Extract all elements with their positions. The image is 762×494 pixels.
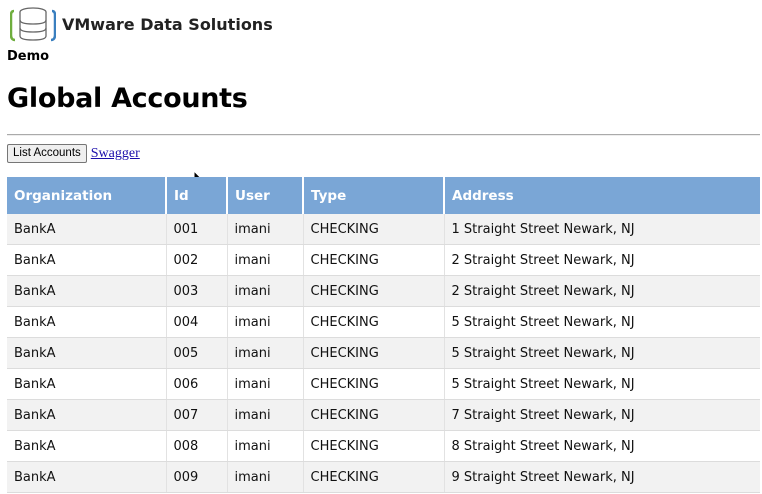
cell-type: CHECKING <box>303 306 445 338</box>
cell-organization: BankA <box>7 337 167 369</box>
cell-user: imani <box>227 399 304 431</box>
table-row: BankA 002 imani CHECKING 2 Straight Street N… <box>7 244 760 276</box>
cell-organization: BankA <box>7 275 167 307</box>
page-title: Global Accounts <box>7 83 248 114</box>
cell-id: 008 <box>166 430 228 462</box>
database-logo-icon <box>10 7 56 42</box>
cell-address: 2 Straight Street Newark, NJ <box>444 275 760 307</box>
accounts-table: Organization Id User Type Address BankA 0… <box>7 177 760 493</box>
divider <box>7 134 760 136</box>
cell-id: 001 <box>166 214 228 245</box>
table-row: BankA 009 imani CHECKING 9 Straight Street N… <box>7 461 760 493</box>
cell-type: CHECKING <box>303 430 445 462</box>
cell-address: 5 Straight Street Newark, NJ <box>444 368 760 400</box>
cell-address: 7 Straight Street Newark, NJ <box>444 399 760 431</box>
cell-type: CHECKING <box>303 461 445 493</box>
cell-user: imani <box>227 461 304 493</box>
table-header-row: Organization Id User Type Address <box>7 177 760 214</box>
column-header-user: User <box>227 177 304 214</box>
cell-organization: BankA <box>7 368 167 400</box>
swagger-link[interactable]: Swagger <box>91 146 140 162</box>
table-row: BankA 006 imani CHECKING 5 Straight Street N… <box>7 368 760 400</box>
cell-id: 007 <box>166 399 228 431</box>
table-row: BankA 001 imani CHECKING 1 Straight Street N… <box>7 214 760 245</box>
cell-type: CHECKING <box>303 337 445 369</box>
table-row: BankA 004 imani CHECKING 5 Straight Street N… <box>7 306 760 338</box>
cell-id: 002 <box>166 244 228 276</box>
cell-type: CHECKING <box>303 368 445 400</box>
cell-type: CHECKING <box>303 214 445 245</box>
table-row: BankA 005 imani CHECKING 5 Straight Street N… <box>7 337 760 369</box>
cell-id: 004 <box>166 306 228 338</box>
column-header-id: Id <box>166 177 228 214</box>
cell-address: 5 Straight Street Newark, NJ <box>444 306 760 338</box>
cell-address: 2 Straight Street Newark, NJ <box>444 244 760 276</box>
cell-organization: BankA <box>7 461 167 493</box>
table-row: BankA 008 imani CHECKING 8 Straight Street N… <box>7 430 760 462</box>
column-header-type: Type <box>303 177 445 214</box>
cell-address: 1 Straight Street Newark, NJ <box>444 214 760 245</box>
cell-type: CHECKING <box>303 399 445 431</box>
page-subtitle: Demo <box>7 49 50 64</box>
cell-user: imani <box>227 275 304 307</box>
cell-user: imani <box>227 306 304 338</box>
cell-organization: BankA <box>7 430 167 462</box>
cell-organization: BankA <box>7 399 167 431</box>
brand: VMware Data Solutions <box>10 5 273 43</box>
table-row: BankA 007 imani CHECKING 7 Straight Street N… <box>7 399 760 431</box>
toolbar: List Accounts Swagger <box>7 144 140 163</box>
cell-organization: BankA <box>7 244 167 276</box>
cell-address: 8 Straight Street Newark, NJ <box>444 430 760 462</box>
cell-user: imani <box>227 244 304 276</box>
column-header-organization: Organization <box>7 177 167 214</box>
list-accounts-button[interactable]: List Accounts <box>7 144 87 163</box>
cell-type: CHECKING <box>303 275 445 307</box>
table-body: BankA 001 imani CHECKING 1 Straight Street N… <box>7 214 760 493</box>
cell-organization: BankA <box>7 214 167 245</box>
cell-address: 5 Straight Street Newark, NJ <box>444 337 760 369</box>
cell-id: 003 <box>166 275 228 307</box>
cell-id: 006 <box>166 368 228 400</box>
cell-user: imani <box>227 368 304 400</box>
cell-id: 005 <box>166 337 228 369</box>
cell-user: imani <box>227 337 304 369</box>
cell-id: 009 <box>166 461 228 493</box>
cell-type: CHECKING <box>303 244 445 276</box>
brand-name: VMware Data Solutions <box>62 14 273 34</box>
cell-organization: BankA <box>7 306 167 338</box>
column-header-address: Address <box>444 177 760 214</box>
table-row: BankA 003 imani CHECKING 2 Straight Street N… <box>7 275 760 307</box>
cell-user: imani <box>227 430 304 462</box>
cell-address: 9 Straight Street Newark, NJ <box>444 461 760 493</box>
cell-user: imani <box>227 214 304 245</box>
